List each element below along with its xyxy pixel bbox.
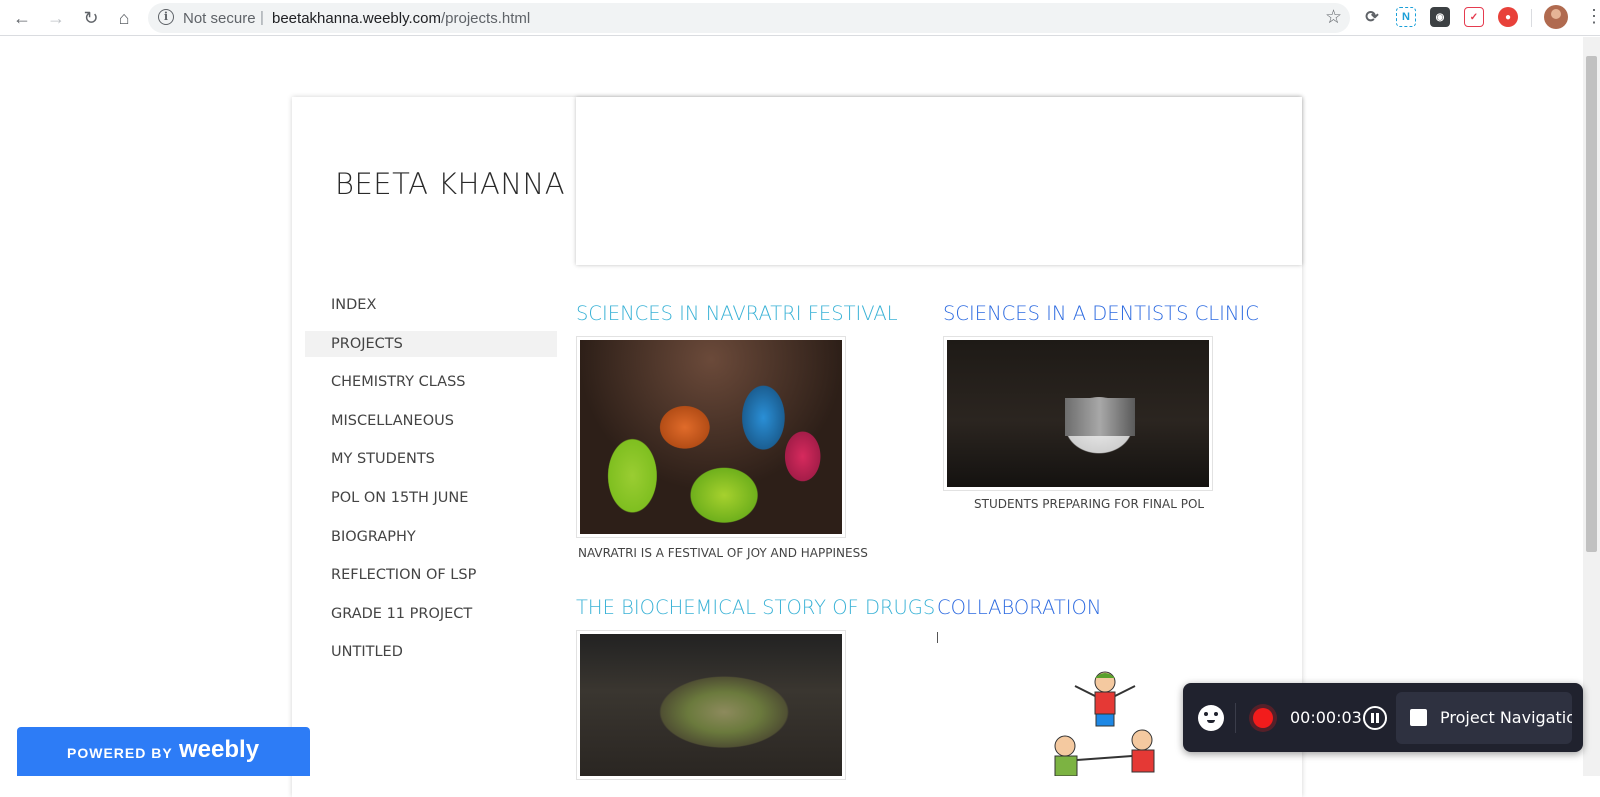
url-host: beetakhanna.weebly.com: [272, 10, 441, 27]
sidebar-item-my-students[interactable]: MY STUDENTS: [305, 446, 557, 472]
navratri-photo-frame[interactable]: [576, 336, 846, 538]
back-icon[interactable]: ←: [8, 4, 36, 32]
project-title-navratri[interactable]: SCIENCES IN NAVRATRI FESTIVAL: [576, 302, 898, 325]
project-title-dentist[interactable]: SCIENCES IN A DENTISTS CLINIC: [943, 302, 1259, 325]
forward-icon[interactable]: →: [42, 4, 70, 32]
drugs-photo-frame[interactable]: [576, 630, 846, 780]
navratri-caption: NAVRATRI IS A FESTIVAL OF JOY AND HAPPIN…: [578, 546, 868, 560]
screen-recorder-widget: 00:00:03 Project Navigation: [1183, 683, 1583, 752]
sidebar-item-biography[interactable]: BIOGRAPHY: [305, 524, 557, 550]
stop-icon: [1410, 709, 1427, 726]
sidebar-nav: INDEX PROJECTS CHEMISTRY CLASS MISCELLAN…: [305, 292, 557, 678]
url-text[interactable]: beetakhanna.weebly.com/projects.html: [272, 10, 530, 27]
recording-tab-label: Project Navigation: [1440, 708, 1572, 727]
sidebar-item-pol-15th-june[interactable]: POL ON 15TH JUNE: [305, 485, 557, 511]
mask-icon[interactable]: ●: [1498, 7, 1518, 27]
pocket-like-icon[interactable]: ◉: [1430, 7, 1450, 27]
header-banner: [576, 97, 1302, 265]
weebly-logo: weebly: [179, 736, 260, 763]
recording-timer: 00:00:03: [1290, 708, 1362, 727]
address-bar[interactable]: i Not secure | beetakhanna.weebly.com/pr…: [148, 3, 1350, 33]
project-title-biochemical[interactable]: THE BIOCHEMICAL STORY OF DRUGS: [576, 596, 935, 619]
reload-icon[interactable]: ↻: [77, 4, 105, 32]
browser-toolbar: ← → ↻ ⌂ i Not secure | beetakhanna.weebl…: [0, 0, 1600, 36]
sidebar-item-chemistry-class[interactable]: CHEMISTRY CLASS: [305, 369, 557, 395]
menu-kebab-icon[interactable]: ⋮: [1585, 6, 1600, 26]
dentist-photo-frame[interactable]: [943, 336, 1213, 491]
sidebar-item-miscellaneous[interactable]: MISCELLANEOUS: [305, 408, 557, 434]
recorder-logo-icon[interactable]: [1198, 705, 1224, 731]
sidebar-item-index[interactable]: INDEX: [305, 292, 557, 318]
sidebar-item-projects[interactable]: PROJECTS: [305, 330, 557, 357]
sidebar-item-reflection-of-lsp[interactable]: REFLECTION OF LSP: [305, 562, 557, 588]
pause-icon[interactable]: [1363, 706, 1387, 730]
bookmark-star-icon[interactable]: ☆: [1325, 6, 1342, 29]
recording-indicator-icon[interactable]: [1253, 708, 1273, 728]
info-icon[interactable]: i: [158, 9, 174, 25]
powered-by-label: POWERED BY: [67, 745, 173, 761]
text-cursor: [937, 632, 938, 643]
url-path: /projects.html: [441, 10, 531, 27]
dentist-caption: STUDENTS PREPARING FOR FINAL POL: [974, 497, 1205, 511]
url-separator: |: [260, 9, 264, 26]
powered-by-weebly-badge[interactable]: POWERED BY weebly: [17, 727, 310, 776]
n-extension-icon[interactable]: N: [1396, 7, 1416, 27]
drugs-photo[interactable]: [580, 634, 842, 776]
security-label: Not secure: [183, 10, 256, 27]
project-title-collaboration[interactable]: COLLABORATION: [937, 596, 1101, 619]
sync-icon[interactable]: ⟳: [1362, 7, 1382, 27]
scrollbar-thumb[interactable]: [1586, 56, 1597, 552]
pocket-icon[interactable]: ✓: [1464, 7, 1484, 27]
sidebar-item-grade-11-project[interactable]: GRADE 11 PROJECT: [305, 601, 557, 627]
kids-illustration: [1054, 671, 1155, 776]
sidebar-item-untitled[interactable]: UNTITLED: [305, 639, 557, 665]
dentist-photo[interactable]: [947, 340, 1209, 487]
recorder-divider: [1235, 703, 1236, 733]
stop-recording-button[interactable]: Project Navigation: [1396, 692, 1572, 744]
site-title[interactable]: BEETA KHANNA: [335, 167, 565, 201]
navratri-photo[interactable]: [580, 340, 842, 534]
toolbar-divider: [1531, 9, 1532, 27]
profile-avatar[interactable]: [1544, 5, 1568, 29]
home-icon[interactable]: ⌂: [110, 4, 138, 32]
